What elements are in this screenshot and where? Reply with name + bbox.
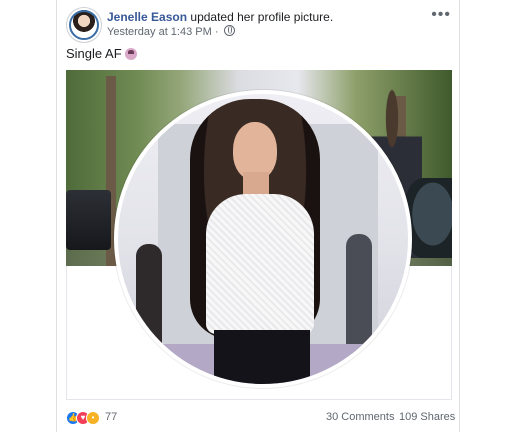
author-name-link[interactable]: Jenelle Eason <box>107 10 187 24</box>
profile-avatar[interactable] <box>66 7 102 43</box>
comments-count-link[interactable]: 30 Comments <box>326 411 394 423</box>
reaction-count[interactable]: 77 <box>105 411 117 423</box>
globe-icon <box>223 25 235 36</box>
wow-reaction-icon: • <box>86 411 100 425</box>
post-action-text: updated her profile picture. <box>190 10 334 24</box>
post-timestamp-link[interactable]: Yesterday at 1:43 PM <box>107 26 212 38</box>
post-footer: 👍 ♥ • 77 30 Comments 109 Shares <box>66 410 455 428</box>
camera-image <box>66 190 111 250</box>
post-card: Jenelle Eason updated her profile pictur… <box>56 0 460 432</box>
post-text: Single AF <box>66 45 137 63</box>
more-options-icon[interactable]: ••• <box>431 6 451 24</box>
woman-emoji-icon <box>124 48 137 60</box>
profile-picture-circle[interactable] <box>114 90 412 388</box>
post-text-content: Single AF <box>66 46 122 61</box>
post-header: Jenelle Eason updated her profile pictur… <box>107 9 333 25</box>
shares-count-link[interactable]: 109 Shares <box>399 411 455 423</box>
post-meta: Yesterday at 1:43 PM · <box>107 25 235 39</box>
profile-picture-photo[interactable] <box>66 70 452 400</box>
